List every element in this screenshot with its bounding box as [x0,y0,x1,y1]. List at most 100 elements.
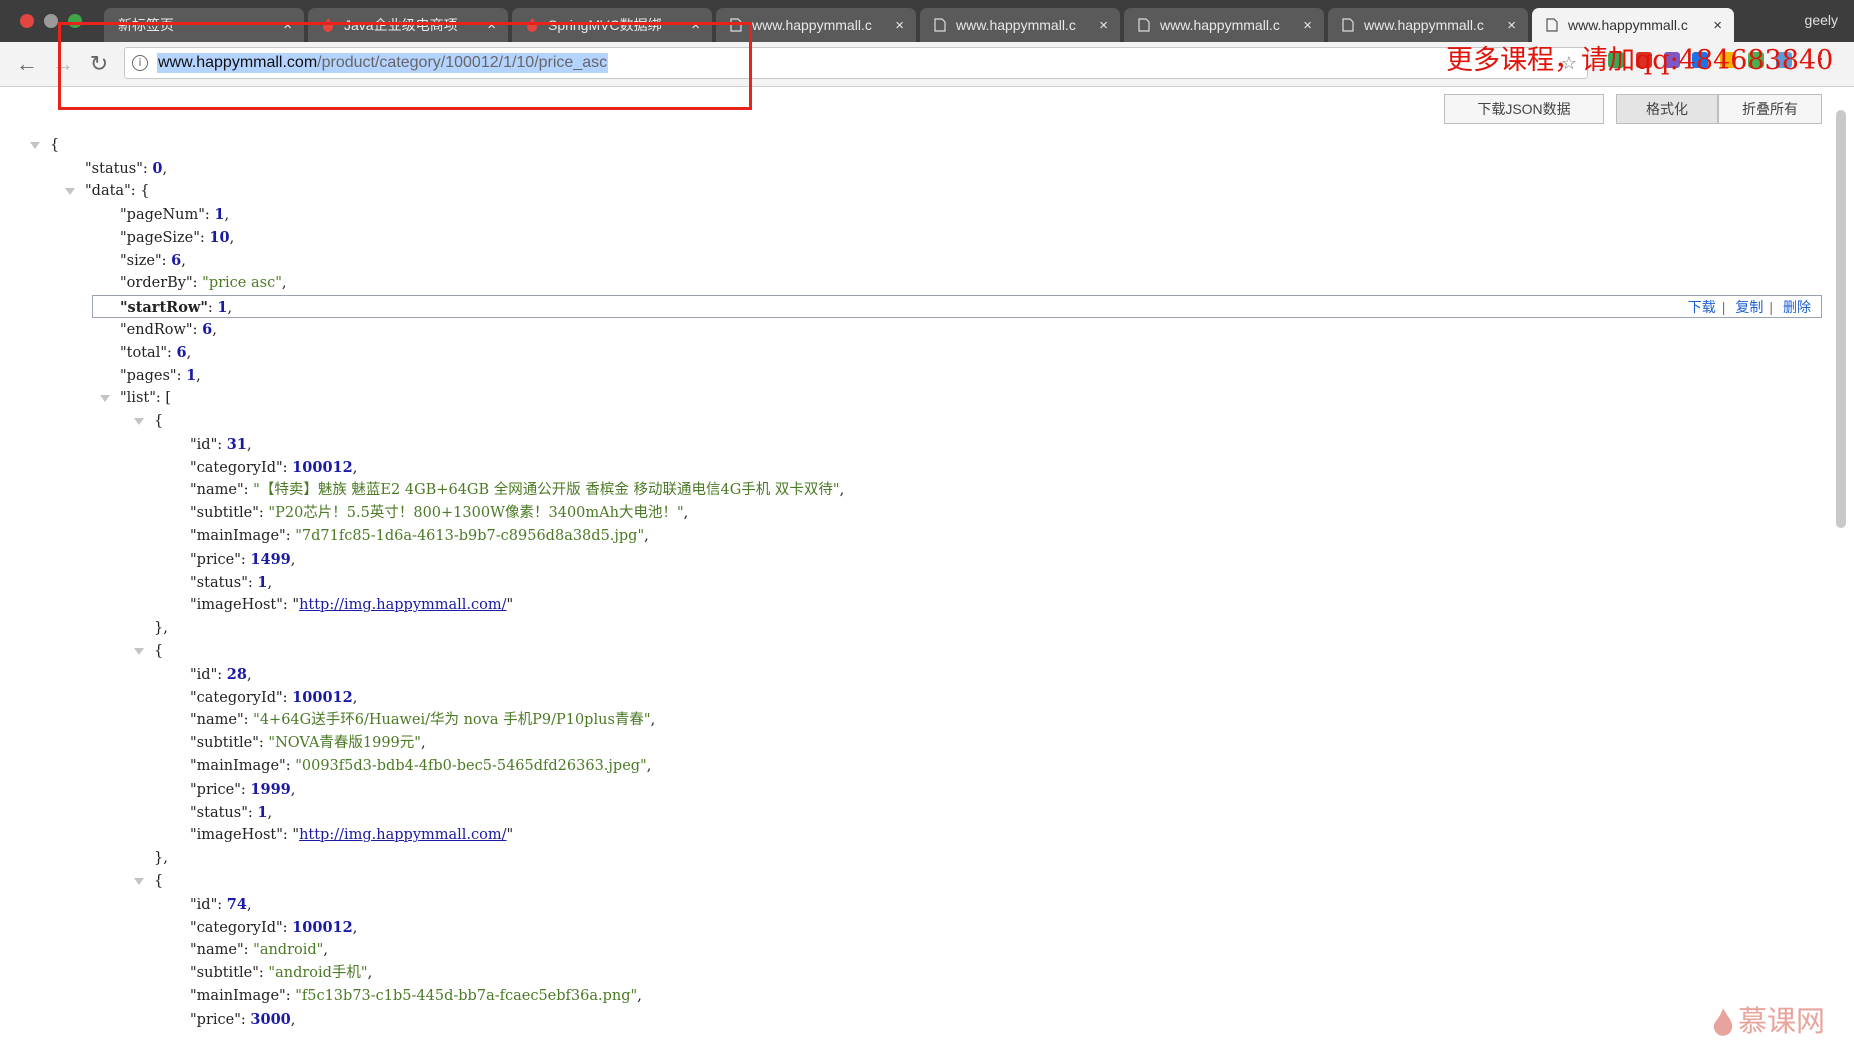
minimize-window-button[interactable] [44,14,58,28]
json-value: 31 [226,436,247,453]
tab-happymmall-4[interactable]: www.happymmall.c × [1328,8,1528,42]
json-line: "mainImage": "f5c13b73-c1b5-445d-bb7a-fc… [190,988,642,1004]
json-value: 0 [152,160,163,177]
promo-overlay-text: 更多课程，请加qq:484683840 [1446,45,1834,76]
json-line-hovered[interactable]: "startRow": 1, 下载 | 复制 | 删除 [92,295,1822,318]
json-value: 1 [186,367,197,384]
json-line: "mainImage": "7d71fc85-1d6a-4613-b9b7-c8… [190,528,649,544]
close-icon[interactable]: × [895,17,904,34]
json-value: 1999 [250,781,291,798]
json-value: 28 [226,666,247,683]
tab-label: www.happymmall.c [752,17,872,33]
json-value: 3000 [250,1011,291,1028]
format-button[interactable]: 格式化 [1616,94,1718,124]
collapse-all-button[interactable]: 折叠所有 [1718,94,1822,124]
image-host-link[interactable]: http://img.happymmall.com/ [299,597,506,613]
json-value: 100012 [292,689,353,706]
json-line: "id": 74, [190,896,252,913]
tab-label: www.happymmall.c [1160,17,1280,33]
json-line: "pageNum": 1, [120,206,230,223]
json-value: "7d71fc85-1d6a-4613-b9b7-c8956d8a38d5.jp… [295,528,645,544]
json-line: { [0,640,1820,663]
watermark-text: 慕课网 [1738,1004,1826,1038]
json-line: "name": "【特卖】魅族 魅蓝E2 4GB+64GB 全网通公开版 香槟金… [190,482,845,498]
json-value: 1 [214,206,225,223]
collapse-toggle-icon[interactable] [134,648,144,655]
collapse-toggle-icon[interactable] [134,418,144,425]
json-line: "imageHost": "http://img.happymmall.com/… [190,827,514,843]
image-host-link[interactable]: http://img.happymmall.com/ [299,827,506,843]
json-value: 6 [171,252,182,269]
json-value: "【特卖】魅族 魅蓝E2 4GB+64GB 全网通公开版 香槟金 移动联通电信4… [253,482,840,498]
json-value: 1 [257,804,268,821]
json-line: "price": 3000, [190,1011,296,1028]
delete-link[interactable]: 删除 [1783,299,1811,315]
tab-happymmall-3[interactable]: www.happymmall.c × [1124,8,1324,42]
json-line: "price": 1999, [190,781,296,798]
tab-label: www.happymmall.c [956,17,1076,33]
collapse-toggle-icon[interactable] [30,142,40,149]
json-viewer: 下载JSON数据 格式化 折叠所有 { "status": 0, "data":… [0,87,1854,1034]
json-line: "pages": 1, [120,367,201,384]
json-line: { [0,134,1820,157]
tab-happymmall-2[interactable]: www.happymmall.c × [920,8,1120,42]
json-value: "4+64G送手环6/Huawei/华为 nova 手机P9/P10plus青春… [253,712,651,728]
vertical-scrollbar[interactable] [1836,110,1846,528]
json-value: "android手机" [268,965,368,981]
json-value: "android" [253,942,324,958]
download-link[interactable]: 下载 [1688,299,1716,315]
json-value: "f5c13b73-c1b5-445d-bb7a-fcaec5ebf36a.pn… [295,988,638,1004]
json-line: "orderBy": "price asc", [120,275,287,291]
profile-name[interactable]: geely [1805,12,1838,28]
close-icon[interactable]: × [1099,17,1108,34]
json-value: 74 [226,896,247,913]
json-line: { [0,870,1820,893]
close-window-button[interactable] [20,14,34,28]
json-line: "list": [ [0,387,1820,410]
copy-link[interactable]: 复制 [1735,299,1763,315]
json-line: "subtitle": "NOVA青春版1999元", [190,735,426,751]
json-value: 100012 [292,459,353,476]
json-line: { [0,410,1820,433]
json-line: "categoryId": 100012, [190,459,358,476]
json-line: "categoryId": 100012, [190,689,358,706]
json-line: "data": { [0,180,1820,203]
json-value: 6 [202,321,213,338]
json-line: "price": 1499, [190,551,296,568]
json-line: "status": 0, [85,160,168,177]
back-arrow-icon[interactable]: ← [14,51,40,77]
page-icon [1342,18,1354,32]
json-value: 10 [209,229,230,246]
json-line: "categoryId": 100012, [190,919,358,936]
json-value: 1 [257,574,268,591]
json-line: "status": 1, [190,574,273,591]
json-line: "mainImage": "0093f5d3-bdb4-4fb0-bec5-54… [190,758,652,774]
json-line: "id": 31, [190,436,252,453]
close-icon[interactable]: × [1507,17,1516,34]
tab-label: www.happymmall.c [1568,17,1688,33]
collapse-toggle-icon[interactable] [100,395,110,402]
json-value: "price asc" [202,275,282,291]
json-line: "id": 28, [190,666,252,683]
json-value: "0093f5d3-bdb4-4fb0-bec5-5465dfd26363.jp… [295,758,647,774]
json-line: "pageSize": 10, [120,229,235,246]
json-line: "status": 1, [190,804,273,821]
close-icon[interactable]: × [1713,17,1722,34]
json-line: "endRow": 6, [120,321,217,338]
json-line: }, [154,620,168,636]
download-json-button[interactable]: 下载JSON数据 [1444,94,1604,124]
close-icon[interactable]: × [1303,17,1312,34]
tab-happymmall-active[interactable]: www.happymmall.c × [1532,8,1734,42]
json-line: }, [154,850,168,866]
json-line: "subtitle": "android手机", [190,965,373,981]
json-line: "name": "4+64G送手环6/Huawei/华为 nova 手机P9/P… [190,712,656,728]
collapse-toggle-icon[interactable] [134,878,144,885]
page-icon [1138,18,1150,32]
json-line: "name": "android", [190,942,328,958]
json-value: 1499 [250,551,291,568]
tab-label: www.happymmall.c [1364,17,1484,33]
page-icon [1546,18,1558,32]
json-value: 1 [217,299,228,316]
page-icon [934,18,946,32]
collapse-toggle-icon[interactable] [65,188,75,195]
